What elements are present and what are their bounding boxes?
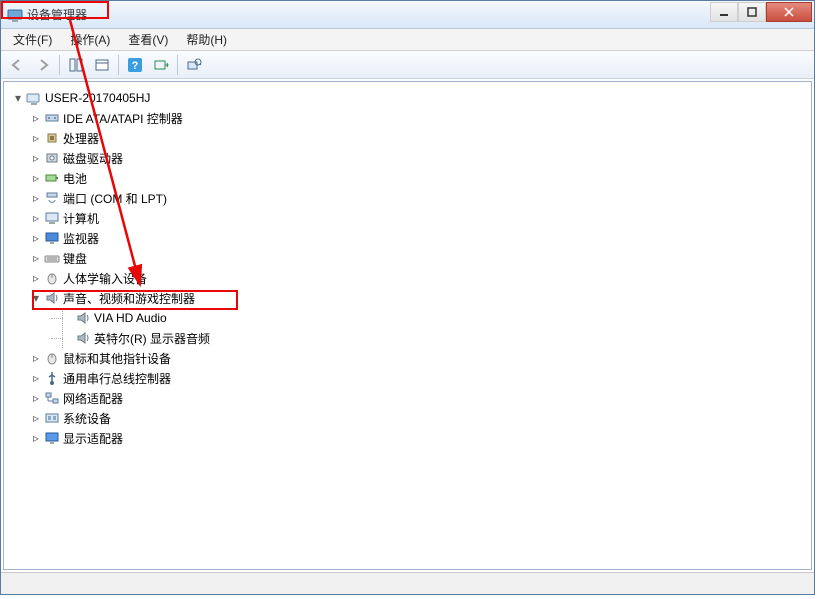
ide-icon: [44, 110, 60, 126]
category-label: IDE ATA/ATAPI 控制器: [63, 110, 183, 127]
device-label: VIA HD Audio: [94, 311, 167, 325]
category-battery[interactable]: ▹ 电池: [8, 168, 807, 188]
device-label: 英特尔(R) 显示器音频: [94, 330, 210, 347]
toolbar: ?: [1, 51, 814, 79]
port-icon: [44, 190, 60, 206]
display-icon: [44, 430, 60, 446]
hid-icon: [44, 270, 60, 286]
expand-icon[interactable]: ▹: [30, 112, 42, 124]
system-icon: [44, 410, 60, 426]
scan-button[interactable]: [149, 54, 173, 76]
sound-icon: [75, 310, 91, 326]
category-keyboard[interactable]: ▹ 键盘: [8, 248, 807, 268]
expand-icon[interactable]: ▹: [30, 152, 42, 164]
titlebar: 设备管理器: [1, 1, 814, 29]
category-label: 电池: [63, 170, 87, 187]
computer-icon: [26, 90, 42, 106]
mouse-icon: [44, 350, 60, 366]
usb-icon: [44, 370, 60, 386]
tree-panel[interactable]: ▾ USER-20170405HJ ▹ IDE ATA/ATAPI 控制器 ▹ …: [3, 81, 812, 570]
monitor-icon: [44, 230, 60, 246]
category-label: 计算机: [63, 210, 99, 227]
expand-icon[interactable]: ▹: [30, 372, 42, 384]
expand-icon[interactable]: ▹: [30, 252, 42, 264]
category-label: 磁盘驱动器: [63, 150, 123, 167]
expand-icon[interactable]: ▹: [30, 352, 42, 364]
separator: [118, 55, 119, 75]
device-manager-window: 设备管理器 文件(F) 操作(A) 查看(V) 帮助(H) ? ▾ USER-2…: [0, 0, 815, 595]
expand-icon[interactable]: ▹: [30, 232, 42, 244]
window-title: 设备管理器: [27, 6, 87, 23]
category-system[interactable]: ▹ 系统设备: [8, 408, 807, 428]
show-hide-tree-button[interactable]: [64, 54, 88, 76]
cpu-icon: [44, 130, 60, 146]
menu-help[interactable]: 帮助(H): [178, 29, 235, 50]
expand-icon[interactable]: ▹: [30, 192, 42, 204]
expand-icon[interactable]: ▹: [30, 392, 42, 404]
properties-button[interactable]: [90, 54, 114, 76]
expand-icon[interactable]: ▹: [30, 132, 42, 144]
window-controls: [710, 2, 812, 22]
category-label: 端口 (COM 和 LPT): [63, 190, 167, 207]
network-icon: [44, 390, 60, 406]
category-port[interactable]: ▹ 端口 (COM 和 LPT): [8, 188, 807, 208]
category-hid[interactable]: ▹ 人体学输入设备: [8, 268, 807, 288]
close-button[interactable]: [766, 2, 812, 22]
root-label: USER-20170405HJ: [45, 91, 150, 105]
separator: [59, 55, 60, 75]
collapse-icon[interactable]: ▾: [12, 92, 24, 104]
category-label: 鼠标和其他指针设备: [63, 350, 171, 367]
menu-view[interactable]: 查看(V): [120, 29, 176, 50]
maximize-button[interactable]: [738, 2, 766, 22]
expand-icon[interactable]: ▹: [30, 432, 42, 444]
category-sound[interactable]: ▾ 声音、视频和游戏控制器: [8, 288, 807, 308]
forward-button[interactable]: [31, 54, 55, 76]
disk-icon: [44, 150, 60, 166]
category-disk[interactable]: ▹ 磁盘驱动器: [8, 148, 807, 168]
collapse-icon[interactable]: ▾: [30, 292, 42, 304]
expand-icon[interactable]: ▹: [30, 272, 42, 284]
category-network[interactable]: ▹ 网络适配器: [8, 388, 807, 408]
device-item[interactable]: 英特尔(R) 显示器音频: [63, 328, 807, 348]
category-label: 键盘: [63, 250, 87, 267]
category-usb[interactable]: ▹ 通用串行总线控制器: [8, 368, 807, 388]
expand-icon[interactable]: ▹: [30, 212, 42, 224]
computer-icon: [44, 210, 60, 226]
help-button[interactable]: ?: [123, 54, 147, 76]
expand-icon[interactable]: ▹: [30, 172, 42, 184]
battery-icon: [44, 170, 60, 186]
statusbar: [1, 572, 814, 594]
svg-text:?: ?: [132, 60, 139, 72]
menu-action[interactable]: 操作(A): [62, 29, 118, 50]
sound-icon: [44, 290, 60, 306]
category-label: 监视器: [63, 230, 99, 247]
category-label: 显示适配器: [63, 430, 123, 447]
category-label: 网络适配器: [63, 390, 123, 407]
category-ide[interactable]: ▹ IDE ATA/ATAPI 控制器: [8, 108, 807, 128]
category-computer[interactable]: ▹ 计算机: [8, 208, 807, 228]
category-label: 处理器: [63, 130, 99, 147]
expand-icon[interactable]: ▹: [30, 412, 42, 424]
back-button[interactable]: [5, 54, 29, 76]
separator: [177, 55, 178, 75]
sound-icon: [75, 330, 91, 346]
category-label: 声音、视频和游戏控制器: [63, 290, 195, 307]
tree-root[interactable]: ▾ USER-20170405HJ: [8, 88, 807, 108]
device-item[interactable]: VIA HD Audio: [63, 308, 807, 328]
category-mouse[interactable]: ▹ 鼠标和其他指针设备: [8, 348, 807, 368]
category-label: 人体学输入设备: [63, 270, 147, 287]
menu-file[interactable]: 文件(F): [5, 29, 60, 50]
scan-hardware-button[interactable]: [182, 54, 206, 76]
device-manager-icon: [7, 7, 23, 23]
menubar: 文件(F) 操作(A) 查看(V) 帮助(H): [1, 29, 814, 51]
category-label: 通用串行总线控制器: [63, 370, 171, 387]
category-label: 系统设备: [63, 410, 111, 427]
keyboard-icon: [44, 250, 60, 266]
category-display[interactable]: ▹ 显示适配器: [8, 428, 807, 448]
minimize-button[interactable]: [710, 2, 738, 22]
category-monitor[interactable]: ▹ 监视器: [8, 228, 807, 248]
category-cpu[interactable]: ▹ 处理器: [8, 128, 807, 148]
